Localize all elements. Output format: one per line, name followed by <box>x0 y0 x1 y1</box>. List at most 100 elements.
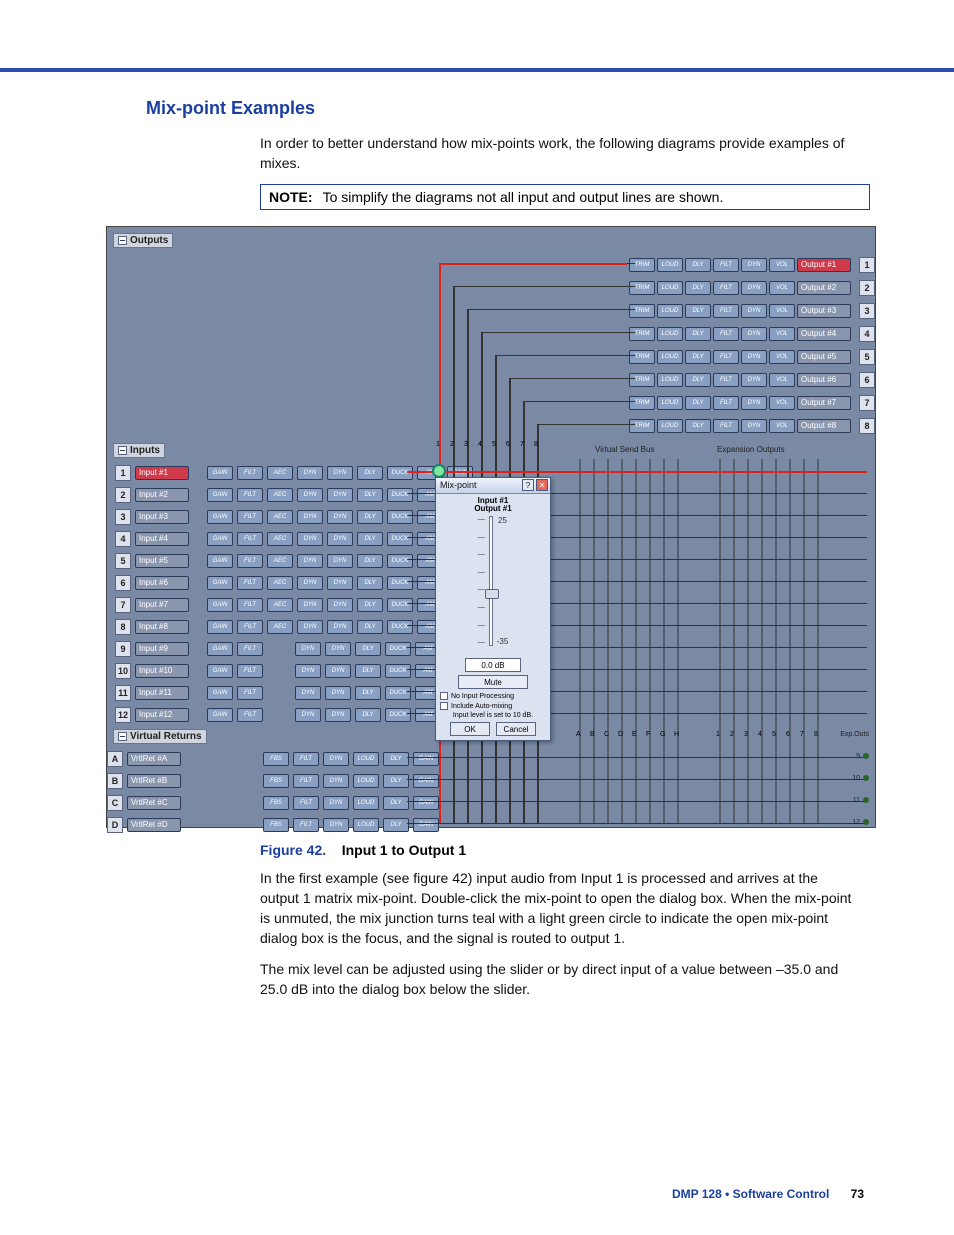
proc-block[interactable]: DLY <box>357 466 383 480</box>
proc-block[interactable]: FILT <box>713 350 739 364</box>
proc-block[interactable]: GAIN <box>207 554 233 568</box>
input-label[interactable]: Input #5 <box>135 554 189 568</box>
proc-block[interactable]: DYN <box>323 796 349 810</box>
proc-block[interactable]: GAIN <box>207 708 233 722</box>
proc-block[interactable]: DUCK <box>387 532 413 546</box>
proc-block[interactable]: TRIM <box>629 304 655 318</box>
input-label[interactable]: Input #7 <box>135 598 189 612</box>
proc-block[interactable]: DYN <box>323 752 349 766</box>
level-slider[interactable] <box>489 516 493 646</box>
proc-block[interactable]: DUCK <box>385 708 411 722</box>
proc-block[interactable]: DYN <box>325 642 351 656</box>
proc-block[interactable]: DYN <box>297 466 323 480</box>
output-label[interactable]: Output #3 <box>797 304 851 318</box>
collapse-icon[interactable] <box>118 236 127 245</box>
input-label[interactable]: Input #4 <box>135 532 189 546</box>
vr-label[interactable]: VrtlRet #D <box>127 818 181 832</box>
input-label[interactable]: Input #11 <box>135 686 189 700</box>
input-label[interactable]: Input #10 <box>135 664 189 678</box>
proc-block[interactable]: DLY <box>357 620 383 634</box>
proc-block[interactable]: LOUD <box>657 373 683 387</box>
proc-block[interactable]: DYN <box>741 396 767 410</box>
proc-block[interactable]: FILT <box>713 327 739 341</box>
proc-block[interactable]: VOL <box>769 350 795 364</box>
proc-block[interactable]: GAIN <box>413 752 439 766</box>
proc-block[interactable]: TRIM <box>629 327 655 341</box>
proc-block[interactable]: DYN <box>295 708 321 722</box>
proc-block[interactable]: DLY <box>357 532 383 546</box>
proc-block[interactable]: DYN <box>295 664 321 678</box>
proc-block[interactable]: DUCK <box>387 554 413 568</box>
input-label[interactable]: Input #1 <box>135 466 189 480</box>
proc-block[interactable]: DLY <box>685 350 711 364</box>
db-input[interactable]: 0.0 dB <box>465 658 521 672</box>
proc-block[interactable]: AEC <box>267 488 293 502</box>
proc-block[interactable]: DUCK <box>387 466 413 480</box>
proc-block[interactable]: DYN <box>325 686 351 700</box>
proc-block[interactable]: DYN <box>325 664 351 678</box>
proc-block[interactable]: DLY <box>383 796 409 810</box>
proc-block[interactable]: DYN <box>323 774 349 788</box>
proc-block[interactable]: FILT <box>237 532 263 546</box>
proc-block[interactable]: LOUD <box>353 774 379 788</box>
mute-button[interactable]: Mute <box>458 675 528 689</box>
proc-block[interactable]: FBS <box>263 774 289 788</box>
proc-block[interactable]: DLY <box>357 598 383 612</box>
proc-block[interactable]: FILT <box>713 373 739 387</box>
proc-block[interactable]: VOL <box>769 419 795 433</box>
proc-block[interactable]: FILT <box>237 510 263 524</box>
help-icon[interactable]: ? <box>522 479 534 491</box>
input-label[interactable]: Input #12 <box>135 708 189 722</box>
proc-block[interactable]: FILT <box>237 708 263 722</box>
proc-block[interactable]: DYN <box>327 576 353 590</box>
proc-block[interactable]: DLY <box>685 373 711 387</box>
proc-block[interactable]: DYN <box>295 686 321 700</box>
proc-block[interactable]: AEC <box>267 532 293 546</box>
proc-block[interactable]: LOUD <box>657 258 683 272</box>
proc-block[interactable]: AEC <box>267 554 293 568</box>
proc-block[interactable]: DLY <box>685 304 711 318</box>
proc-block[interactable]: DYN <box>741 350 767 364</box>
cancel-button[interactable]: Cancel <box>496 722 536 736</box>
proc-block[interactable]: GAIN <box>413 818 439 832</box>
proc-block[interactable]: FILT <box>237 686 263 700</box>
proc-block[interactable]: AEC <box>267 466 293 480</box>
proc-block[interactable]: DUCK <box>387 510 413 524</box>
proc-block[interactable]: DLY <box>357 576 383 590</box>
proc-block[interactable]: LOUD <box>657 327 683 341</box>
proc-block[interactable]: FILT <box>713 396 739 410</box>
proc-block[interactable]: DLY <box>355 642 381 656</box>
proc-block[interactable]: DYN <box>297 488 323 502</box>
proc-block[interactable]: DYN <box>741 327 767 341</box>
proc-block[interactable]: DUCK <box>387 620 413 634</box>
proc-block[interactable]: DYN <box>297 620 323 634</box>
proc-block[interactable]: GAIN <box>207 598 233 612</box>
proc-block[interactable]: DYN <box>327 510 353 524</box>
proc-block[interactable]: TRIM <box>629 350 655 364</box>
proc-block[interactable]: DYN <box>741 304 767 318</box>
proc-block[interactable]: DLY <box>357 488 383 502</box>
proc-block[interactable]: DYN <box>327 532 353 546</box>
proc-block[interactable]: DLY <box>685 396 711 410</box>
proc-block[interactable]: FBS <box>263 818 289 832</box>
proc-block[interactable]: FILT <box>237 488 263 502</box>
proc-block[interactable]: FILT <box>713 258 739 272</box>
proc-block[interactable]: LOUD <box>353 752 379 766</box>
proc-block[interactable]: DYN <box>327 554 353 568</box>
proc-block[interactable]: DYN <box>741 419 767 433</box>
proc-block[interactable]: LOUD <box>657 350 683 364</box>
proc-block[interactable]: DLY <box>685 281 711 295</box>
proc-block[interactable]: TRIM <box>629 419 655 433</box>
proc-block[interactable]: LOUD <box>353 818 379 832</box>
proc-block[interactable]: VOL <box>769 281 795 295</box>
proc-block[interactable]: VOL <box>769 396 795 410</box>
proc-block[interactable]: GAIN <box>207 532 233 546</box>
proc-block[interactable]: DLY <box>383 774 409 788</box>
output-label[interactable]: Output #6 <box>797 373 851 387</box>
proc-block[interactable]: DYN <box>297 554 323 568</box>
proc-block[interactable]: DLY <box>685 419 711 433</box>
proc-block[interactable]: DLY <box>685 258 711 272</box>
output-label[interactable]: Output #8 <box>797 419 851 433</box>
proc-block[interactable]: DLY <box>685 327 711 341</box>
proc-block[interactable]: TRIM <box>629 373 655 387</box>
